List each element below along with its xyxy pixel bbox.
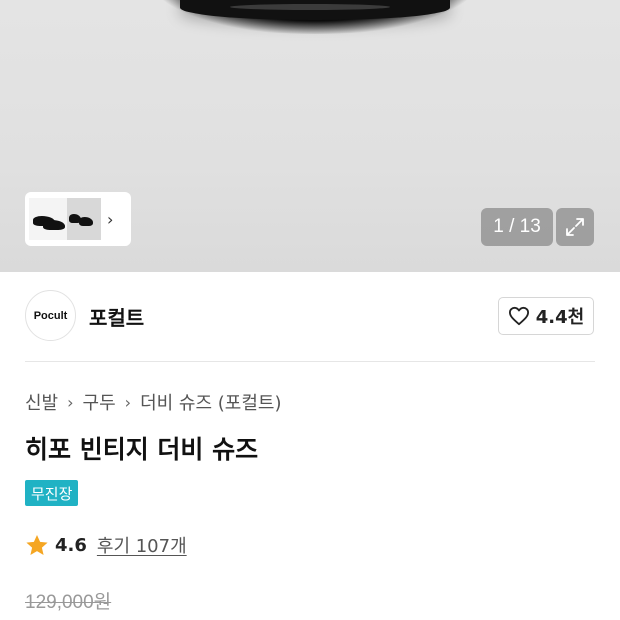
star-icon — [26, 534, 48, 555]
original-price: 129,000원 — [25, 592, 112, 613]
divider — [25, 361, 595, 362]
rating-value: 4.6 — [55, 534, 87, 556]
product-title: 히포 빈티지 더비 슈즈 — [25, 435, 259, 464]
thumbnail-2[interactable] — [67, 198, 101, 240]
rating-row: 4.6 후기 107개 — [25, 532, 187, 558]
brand-logo[interactable]: Pocult — [25, 290, 76, 341]
breadcrumb-item[interactable]: 신발 — [25, 389, 58, 415]
like-count: 4.4천 — [535, 307, 585, 328]
heart-outline-icon — [508, 306, 529, 326]
breadcrumb: 신발 › 구두 › 더비 슈즈 (포컬트) — [25, 389, 281, 415]
expand-icon — [566, 218, 584, 236]
thumbnail-1[interactable] — [29, 198, 67, 240]
breadcrumb-item[interactable]: 구두 — [83, 389, 116, 415]
breadcrumb-item[interactable]: 더비 슈즈 (포컬트) — [140, 389, 281, 415]
chevron-right-icon[interactable]: › — [107, 210, 113, 229]
expand-button[interactable] — [556, 208, 594, 246]
shoe-image-highlight — [230, 4, 390, 10]
chevron-right-icon: › — [67, 392, 74, 412]
brand-name[interactable]: 포컬트 — [89, 302, 144, 331]
image-counter: 1 / 13 — [481, 208, 553, 246]
thumbnail-strip[interactable]: › — [25, 192, 131, 246]
product-image-gallery[interactable]: › 1 / 13 — [0, 0, 620, 272]
brand-row: Pocult 포컬트 4.4천 — [25, 290, 595, 342]
chevron-right-icon: › — [124, 392, 132, 412]
event-badge[interactable]: 무진장 — [25, 480, 79, 506]
like-button[interactable]: 4.4천 — [498, 297, 594, 335]
review-link[interactable]: 후기 107개 — [97, 532, 187, 558]
